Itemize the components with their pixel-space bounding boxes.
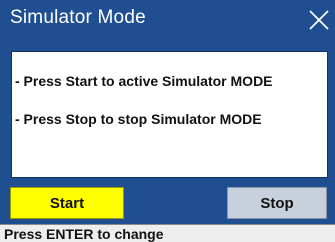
title-bar: Simulator Mode — [0, 0, 335, 39]
message-panel: - Press Start to active Simulator MODE -… — [11, 51, 328, 178]
status-text: Press ENTER to change — [4, 226, 164, 242]
close-button[interactable] — [307, 8, 331, 32]
status-bar: Press ENTER to change — [0, 224, 335, 242]
start-button[interactable]: Start — [10, 187, 124, 219]
instruction-stop-text: - Press Stop to stop Simulator MODE — [15, 111, 262, 127]
window-title: Simulator Mode — [10, 7, 146, 28]
stop-button[interactable]: Stop — [227, 187, 327, 219]
simulator-mode-dialog: Simulator Mode - Press Start to active S… — [0, 0, 335, 242]
instruction-start-text: - Press Start to active Simulator MODE — [15, 73, 273, 89]
close-x-icon — [309, 10, 329, 30]
